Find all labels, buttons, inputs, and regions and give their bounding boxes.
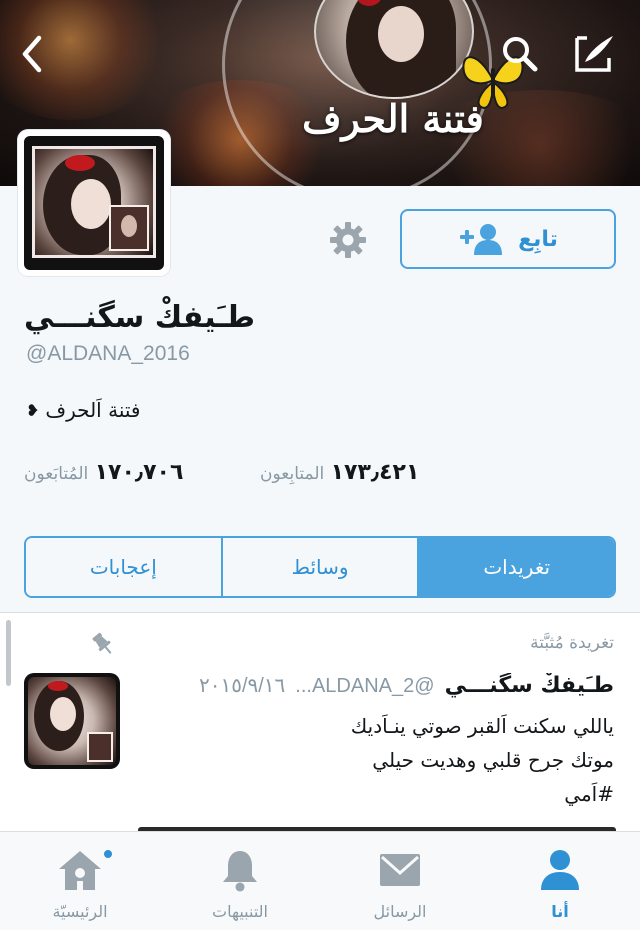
tab-likes[interactable]: إعجابات — [26, 538, 221, 596]
tweet-avatar[interactable] — [24, 673, 120, 769]
chevron-left-icon — [22, 35, 42, 73]
gear-icon — [330, 222, 366, 258]
tab-tweets[interactable]: تغريدات — [417, 538, 614, 596]
search-button[interactable] — [494, 28, 546, 80]
pinned-tweet[interactable]: تغريدة مُثبَّتة طـَيفكْ سگنـــي @ALDANA_… — [0, 613, 640, 831]
followers-label: المُتابَعون — [24, 464, 89, 484]
following-label: المتابِعون — [260, 464, 325, 484]
profile-handle: @ALDANA_2016 — [26, 342, 190, 365]
following-count: ١٧٣٫٤٢١ — [330, 460, 420, 485]
tweet-date: ٢٠١٥/٩/١٦ — [198, 675, 286, 697]
avatar — [24, 136, 164, 270]
tweet-text: ياللي سكنت اَلقبر صوتي ينـاَديك موتك جرح… — [144, 709, 614, 811]
nav-home-label: الرئيسيّة — [52, 902, 108, 921]
add-user-icon — [460, 224, 503, 255]
nav-messages[interactable]: الرسائل — [320, 832, 480, 930]
compose-button[interactable] — [568, 28, 620, 80]
banner-caption: فتنة الحرف — [302, 96, 484, 141]
tweet-author-name[interactable]: طـَيفكْ سگنـــي — [445, 673, 614, 698]
envelope-icon — [380, 854, 420, 886]
tweet-handle: @ALDANA_2... — [295, 675, 435, 697]
display-name: طـَيفكْ سگنـــي — [24, 300, 256, 335]
profile-tabs: إعجابات وسائط تغريدات — [24, 536, 616, 598]
follow-label: تابِع — [518, 226, 558, 252]
profile-bio: فتنة اَلحرف ❥ — [26, 398, 140, 422]
bell-icon — [223, 851, 257, 892]
pinned-label: تغريدة مُثبَّتة — [530, 633, 614, 653]
pinned-header: تغريدة مُثبَّتة — [530, 633, 614, 653]
nav-home[interactable]: الرئيسيّة — [0, 832, 160, 930]
profile-avatar[interactable] — [18, 130, 170, 276]
followers-stat[interactable]: ١٧٠٫٧٠٦ المُتابَعون — [24, 460, 183, 485]
nav-notifications[interactable]: التنبيهات — [160, 832, 320, 930]
bio-text: فتنة اَلحرف — [45, 398, 141, 422]
tweet-line: موتك جرح قلبي وهديت حيلي — [372, 748, 614, 772]
scrollbar[interactable] — [6, 620, 11, 686]
heart-icon: ❥ — [26, 400, 40, 420]
person-icon — [541, 850, 579, 890]
tweet-header: طـَيفكْ سگنـــي @ALDANA_2... ٢٠١٥/٩/١٦ — [134, 673, 614, 698]
home-icon — [59, 851, 101, 890]
nav-messages-label: الرسائل — [373, 902, 427, 921]
nav-me[interactable]: أنا — [480, 832, 640, 930]
notification-dot — [102, 848, 114, 860]
nav-notifications-label: التنبيهات — [212, 902, 268, 921]
back-button[interactable] — [6, 28, 58, 80]
compose-icon — [575, 36, 613, 72]
settings-button[interactable] — [326, 218, 370, 262]
bottom-tab-bar: الرئيسيّة التنبيهات الرسائل أنا — [0, 831, 640, 930]
tweet-hashtag[interactable]: #اَمي — [144, 777, 614, 811]
nav-me-label: أنا — [551, 902, 569, 921]
pin-icon — [92, 632, 112, 654]
following-stat[interactable]: ١٧٣٫٤٢١ المتابِعون — [260, 460, 419, 485]
tweet-line: ياللي سكنت اَلقبر صوتي ينـاَديك — [350, 714, 614, 738]
search-icon — [503, 37, 538, 72]
tab-media[interactable]: وسائط — [220, 538, 418, 596]
followers-count: ١٧٠٫٧٠٦ — [94, 460, 184, 485]
follow-button[interactable]: تابِع — [400, 209, 616, 269]
